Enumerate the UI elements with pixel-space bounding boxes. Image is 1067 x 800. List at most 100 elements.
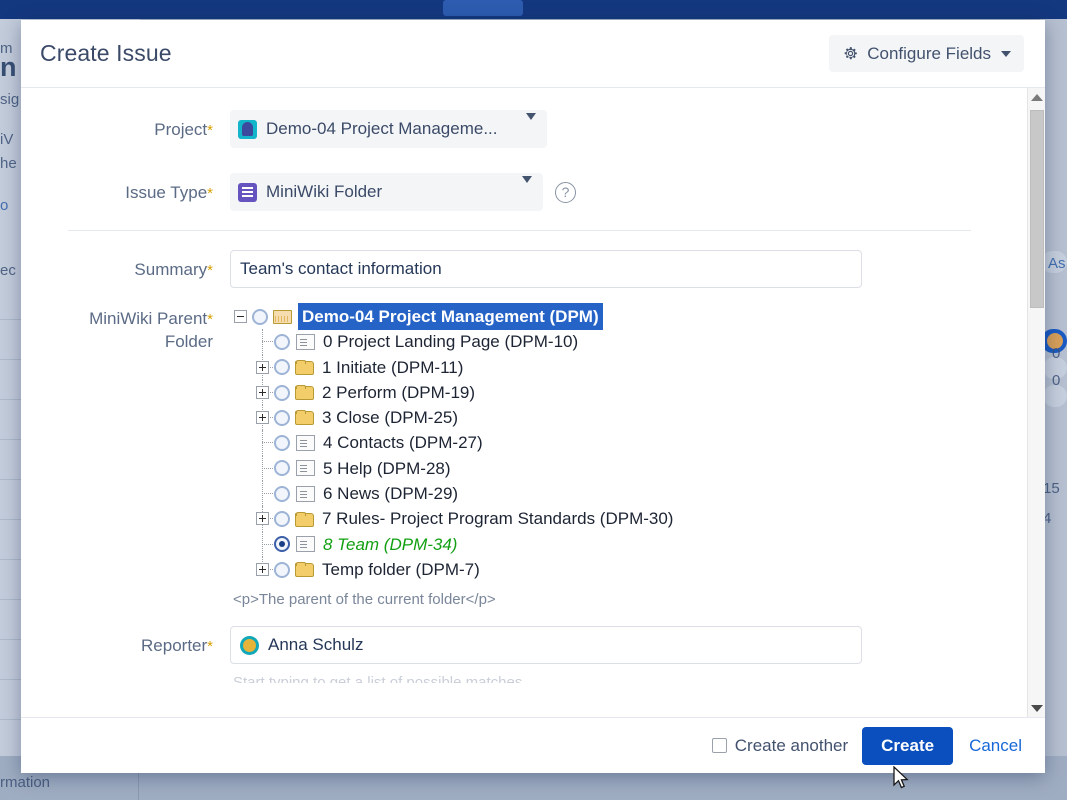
expand-icon[interactable]	[256, 562, 269, 576]
field-reporter: Reporter* Anna Schulz Start typing to ge…	[40, 626, 999, 683]
create-button[interactable]: Create	[862, 726, 954, 765]
tree-toggle[interactable]	[230, 304, 252, 329]
user-avatar-icon	[240, 635, 259, 655]
tree-toggle[interactable]	[252, 379, 274, 406]
tree-node-label[interactable]: Temp folder (DPM-7)	[320, 557, 482, 582]
tree-node[interactable]: 6 News (DPM-29)	[230, 481, 999, 507]
expand-icon[interactable]	[256, 512, 269, 526]
parent-folder-label: MiniWiki Parent* Folder	[89, 309, 213, 351]
tree-toggle[interactable]	[252, 556, 274, 582]
tree-node-label[interactable]: 7 Rules- Project Program Standards (DPM-…	[320, 506, 675, 531]
background-text: rmation	[0, 774, 51, 791]
tree-radio[interactable]	[274, 409, 290, 426]
expand-icon[interactable]	[256, 411, 269, 425]
create-another-checkbox[interactable]: Create another	[711, 735, 849, 756]
configure-fields-button[interactable]: Configure Fields	[829, 35, 1024, 72]
field-parent-folder: MiniWiki Parent* Folder Demo-04 Project …	[40, 299, 999, 608]
summary-input[interactable]: Team's contact information	[230, 250, 862, 288]
tree-node-label[interactable]: 3 Close (DPM-25)	[320, 405, 460, 430]
tree-radio[interactable]	[274, 384, 290, 401]
gear-icon	[842, 45, 859, 62]
tree-radio[interactable]	[274, 333, 290, 350]
tree-node[interactable]: 2 Perform (DPM-19)	[230, 379, 999, 406]
tree-radio[interactable]	[274, 485, 290, 502]
tree-node[interactable]: 0 Project Landing Page (DPM-10)	[230, 329, 999, 355]
project-label: Project*	[154, 120, 213, 139]
chevron-down-icon	[1001, 50, 1011, 57]
dialog-scrollbar[interactable]	[1027, 88, 1045, 717]
tree-node[interactable]: Demo-04 Project Management (DPM)	[230, 303, 999, 331]
chevron-down-icon	[522, 176, 532, 201]
tree-node-label[interactable]: Demo-04 Project Management (DPM)	[298, 303, 603, 331]
tree-radio[interactable]	[274, 460, 290, 477]
tree-node[interactable]: 1 Initiate (DPM-11)	[230, 354, 999, 381]
field-summary: Summary* Team's contact information	[40, 250, 999, 288]
field-project: Project* Demo-04 Project Manageme...	[40, 110, 999, 148]
tree-node[interactable]: 7 Rules- Project Program Standards (DPM-…	[230, 506, 999, 532]
tree-node-label[interactable]: 8 Team (DPM-34)	[321, 532, 459, 557]
scroll-down-arrow-icon[interactable]	[1028, 699, 1045, 717]
tree-radio[interactable]	[274, 359, 290, 376]
tree-node-label[interactable]: 2 Perform (DPM-19)	[320, 380, 477, 405]
background-top-nav	[0, 0, 1067, 19]
background-nav-button	[443, 0, 523, 16]
create-issue-dialog: Create Issue Configure Fields Project* D…	[21, 20, 1045, 773]
folder-open-icon	[273, 310, 292, 325]
page-icon	[296, 536, 315, 553]
tree-radio[interactable]	[274, 511, 290, 528]
tree-radio[interactable]	[274, 435, 290, 452]
mouse-pointer-icon	[893, 765, 911, 792]
collapse-icon[interactable]	[234, 310, 247, 323]
summary-label: Summary*	[134, 260, 213, 279]
required-marker: *	[207, 122, 213, 139]
project-select[interactable]: Demo-04 Project Manageme...	[230, 110, 547, 148]
folder-icon	[295, 562, 314, 578]
tree-node[interactable]: 4 Contacts (DPM-27)	[230, 430, 999, 457]
page-title: Create Issue	[40, 40, 172, 66]
tree-line	[252, 430, 274, 457]
scrollbar-thumb[interactable]	[1030, 110, 1044, 308]
tree-node-label[interactable]: 6 News (DPM-29)	[321, 481, 460, 506]
cancel-button[interactable]: Cancel	[967, 736, 1024, 756]
folder-icon	[295, 410, 314, 426]
tree-node[interactable]: 8 Team (DPM-34)	[230, 531, 999, 558]
tree-node-label[interactable]: 0 Project Landing Page (DPM-10)	[321, 329, 580, 354]
question-circle-icon[interactable]: ?	[555, 182, 576, 203]
scroll-up-arrow-icon[interactable]	[1028, 88, 1045, 106]
field-issue-type: Issue Type* MiniWiki Folder ?	[40, 173, 999, 211]
tree-toggle[interactable]	[252, 506, 274, 532]
parent-folder-tree[interactable]: Demo-04 Project Management (DPM) 0 Projec…	[230, 299, 999, 582]
background-text: iV	[0, 131, 14, 148]
reporter-label: Reporter*	[141, 636, 213, 656]
tree-radio[interactable]	[252, 308, 268, 325]
tree-toggle[interactable]	[252, 354, 274, 381]
tree-line	[252, 531, 274, 558]
tree-node-label[interactable]: 1 Initiate (DPM-11)	[320, 355, 465, 380]
tree-radio[interactable]	[274, 536, 290, 553]
issue-type-select[interactable]: MiniWiki Folder	[230, 173, 543, 211]
configure-fields-label: Configure Fields	[867, 43, 991, 63]
issue-type-value: MiniWiki Folder	[266, 182, 383, 201]
parent-folder-help-text: <p>The parent of the current folder</p>	[233, 591, 496, 609]
required-marker: *	[207, 185, 213, 202]
tree-node[interactable]: 5 Help (DPM-28)	[230, 455, 999, 482]
required-marker: *	[207, 311, 213, 328]
tree-node[interactable]: Temp folder (DPM-7)	[230, 556, 999, 582]
tree-node-label[interactable]: 5 Help (DPM-28)	[321, 456, 453, 481]
form-divider	[68, 230, 971, 231]
tree-node[interactable]: 3 Close (DPM-25)	[230, 405, 999, 431]
reporter-help-text-clipped: Start typing to get a list of possible m…	[233, 674, 527, 684]
tree-line	[252, 455, 274, 482]
expand-icon[interactable]	[256, 360, 269, 374]
reporter-input[interactable]: Anna Schulz	[230, 626, 862, 665]
project-avatar-icon	[238, 119, 257, 139]
expand-icon[interactable]	[256, 385, 269, 399]
tree-radio[interactable]	[274, 561, 290, 578]
summary-value: Team's contact information	[240, 259, 442, 278]
tree-node-label[interactable]: 4 Contacts (DPM-27)	[321, 430, 485, 455]
reporter-value: Anna Schulz	[268, 635, 364, 655]
tree-toggle[interactable]	[252, 405, 274, 431]
create-another-label: Create another	[734, 735, 849, 755]
page-icon	[296, 435, 315, 452]
dialog-body: Project* Demo-04 Project Manageme... Iss…	[21, 88, 1045, 717]
